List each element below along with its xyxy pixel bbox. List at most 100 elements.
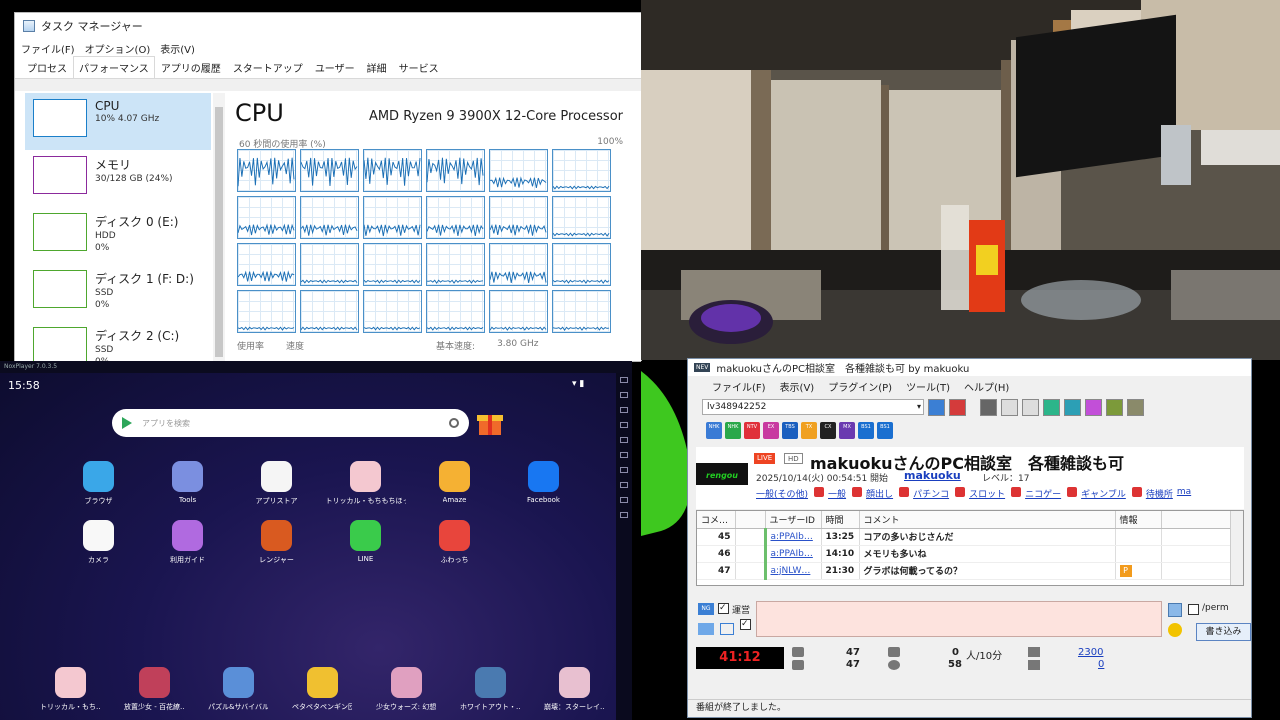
- col-user-id[interactable]: ユーザーID: [765, 511, 822, 529]
- unei-checkbox[interactable]: ✓: [718, 603, 729, 614]
- sidebar-tool-icon[interactable]: [620, 407, 628, 413]
- resource-item[interactable]: メモリ 30/128 GB (24%): [25, 150, 211, 207]
- comment-user-id[interactable]: a:PPAIb…: [763, 545, 822, 563]
- app-icon[interactable]: [439, 520, 470, 551]
- encyclopedia-icon[interactable]: [1011, 487, 1022, 497]
- channel-button[interactable]: NTV: [744, 421, 760, 439]
- comment-row[interactable]: 47 a:jNLW… 21:30 グラボは何載ってるの？ P: [697, 562, 1231, 580]
- tag-link[interactable]: 待機所: [1146, 487, 1173, 500]
- channel-button[interactable]: EX: [763, 421, 779, 439]
- col-number[interactable]: コメ…: [697, 511, 736, 529]
- anonymous-checkbox[interactable]: ✓: [740, 619, 751, 630]
- viewer-menu-view[interactable]: 表示(V): [780, 379, 815, 394]
- app-shortcut[interactable]: Tools: [143, 461, 232, 506]
- tab-processes[interactable]: プロセス: [21, 56, 73, 78]
- col-comment[interactable]: コメント: [859, 511, 1116, 529]
- tag-link[interactable]: ギャンブル: [1081, 487, 1126, 500]
- tab-startup[interactable]: スタートアップ: [227, 56, 309, 78]
- connect-icon[interactable]: [928, 398, 945, 416]
- app-shortcut[interactable]: ふわっち: [410, 520, 499, 565]
- channel-button[interactable]: MX: [839, 421, 855, 439]
- list-icon[interactable]: [720, 623, 734, 635]
- ng-icon[interactable]: NG: [698, 603, 714, 615]
- app-shortcut[interactable]: ペタペタペンギン団: [292, 667, 352, 712]
- app-icon[interactable]: [306, 667, 338, 698]
- channel-button[interactable]: TX: [801, 421, 817, 439]
- app-icon[interactable]: [261, 520, 292, 551]
- app-shortcut[interactable]: LINE: [321, 520, 410, 565]
- col-time[interactable]: 時間: [821, 511, 860, 529]
- tab-performance[interactable]: パフォーマンス: [73, 56, 155, 78]
- app-shortcut[interactable]: ホワイトアウト・…: [460, 667, 520, 712]
- settings-icon[interactable]: [1127, 398, 1144, 416]
- viewer-menu-file[interactable]: ファイル(F): [712, 379, 766, 394]
- channel-button[interactable]: NHK: [706, 421, 722, 439]
- app-shortcut[interactable]: アプリストア: [232, 461, 321, 506]
- disconnect-icon[interactable]: [949, 398, 966, 416]
- app-icon[interactable]: [558, 667, 590, 698]
- sidebar-tool-icon[interactable]: [620, 512, 628, 518]
- gift-icon[interactable]: [475, 409, 505, 437]
- owner-link[interactable]: makuoku: [904, 469, 961, 482]
- encyclopedia-icon[interactable]: [852, 487, 863, 497]
- channel-button[interactable]: TBS: [782, 421, 798, 439]
- app-icon[interactable]: [83, 520, 114, 551]
- encyclopedia-icon[interactable]: [899, 487, 910, 497]
- keyboard-icon[interactable]: [698, 623, 714, 635]
- tag-link[interactable]: パチンコ: [913, 487, 949, 500]
- plugin-icon[interactable]: [1106, 398, 1123, 416]
- encyclopedia-icon[interactable]: [955, 487, 966, 497]
- channel-button[interactable]: NHK: [725, 421, 741, 439]
- app-search-bar[interactable]: アプリを検索: [112, 409, 469, 437]
- post-button[interactable]: 書き込み: [1196, 623, 1251, 641]
- menu-options[interactable]: オプション(O): [85, 41, 151, 56]
- blank-tool-icon[interactable]: [1001, 398, 1018, 416]
- menu-view[interactable]: 表示(V): [160, 41, 195, 56]
- app-shortcut[interactable]: 崩壊：スターレイ…: [544, 667, 604, 712]
- ad-points-link[interactable]: 2300: [1078, 647, 1103, 658]
- tab-services[interactable]: サービス: [393, 56, 445, 78]
- tab-users[interactable]: ユーザー: [309, 56, 361, 78]
- scrollbar-thumb[interactable]: [215, 107, 223, 357]
- tab-app-history[interactable]: アプリの履歴: [155, 56, 227, 78]
- list-icon[interactable]: [1064, 398, 1081, 416]
- tab-details[interactable]: 詳細: [361, 56, 393, 78]
- app-icon[interactable]: [54, 667, 86, 698]
- sidebar-tool-icon[interactable]: [620, 497, 628, 503]
- tag-link[interactable]: ma: [1177, 487, 1191, 500]
- emoji-icon[interactable]: [1168, 623, 1182, 637]
- app-shortcut[interactable]: Facebook: [499, 461, 588, 506]
- sidebar-tool-icon[interactable]: [620, 482, 628, 488]
- tag-link[interactable]: スロット: [969, 487, 1005, 500]
- resource-item[interactable]: CPU 10% 4.07 GHz: [25, 93, 211, 150]
- app-shortcut[interactable]: トリッカル・もちもちほっぺ大作戦: [321, 461, 410, 506]
- comment-scrollbar[interactable]: [1230, 511, 1243, 585]
- comment-row[interactable]: 45 a:PPAIb… 13:25 コアの多いおじさんだ: [697, 528, 1231, 546]
- resource-item[interactable]: ディスク 1 (F: D:) SSD 0%: [25, 264, 211, 321]
- download-icon[interactable]: [1043, 398, 1060, 416]
- app-shortcut[interactable]: パズル&サバイバル: [208, 667, 268, 712]
- sidebar-tool-icon[interactable]: [620, 377, 628, 383]
- menu-file[interactable]: ファイル(F): [21, 41, 75, 56]
- comment-input[interactable]: [756, 601, 1162, 637]
- app-shortcut[interactable]: ブラウザ: [54, 461, 143, 506]
- channel-button[interactable]: BS1: [877, 421, 893, 439]
- search-icon[interactable]: [449, 418, 459, 428]
- viewer-menu-plugin[interactable]: プラグイン(P): [828, 379, 892, 394]
- resource-item[interactable]: ディスク 0 (E:) HDD 0%: [25, 207, 211, 264]
- encyclopedia-icon[interactable]: [1067, 487, 1078, 497]
- channel-button[interactable]: BS1: [858, 421, 874, 439]
- app-shortcut[interactable]: 利用ガイド: [143, 520, 232, 565]
- sidebar-scrollbar[interactable]: [213, 93, 225, 361]
- resource-item[interactable]: ディスク 2 (C:) SSD 0%: [25, 321, 211, 361]
- app-shortcut[interactable]: 放置少女 - 百花繚…: [124, 667, 184, 712]
- app-icon[interactable]: [350, 461, 381, 492]
- tag-link[interactable]: 一般(その他): [756, 487, 808, 500]
- tag-link[interactable]: 一般: [828, 487, 846, 500]
- gift-points-link[interactable]: 0: [1098, 659, 1104, 670]
- search-icon[interactable]: [1085, 398, 1102, 416]
- comment-user-id[interactable]: a:jNLW…: [763, 562, 822, 580]
- sidebar-tool-icon[interactable]: [620, 452, 628, 458]
- sidebar-tool-icon[interactable]: [620, 422, 628, 428]
- app-icon[interactable]: [172, 461, 203, 492]
